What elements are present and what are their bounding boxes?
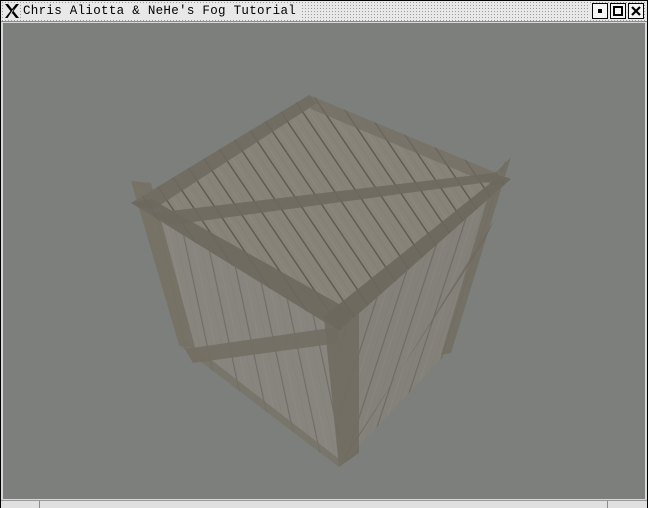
square-dot-icon (598, 9, 602, 13)
close-button[interactable] (628, 3, 644, 19)
square-outline-icon (613, 6, 623, 16)
fog-scene (131, 95, 511, 467)
window-title-container: Chris Aliotta & NeHe's Fog Tutorial (21, 3, 301, 19)
x-logo-icon[interactable] (4, 3, 20, 19)
window-controls (589, 3, 644, 19)
x-close-icon (631, 6, 641, 16)
resize-handle-left[interactable] (39, 501, 40, 508)
app-window: Chris Aliotta & NeHe's Fog Tutorial (0, 0, 648, 508)
title-bar[interactable]: Chris Aliotta & NeHe's Fog Tutorial (1, 1, 647, 22)
maximize-button[interactable] (610, 3, 626, 19)
iconify-button[interactable] (592, 3, 608, 19)
resize-handle-right[interactable] (607, 501, 608, 508)
window-title: Chris Aliotta & NeHe's Fog Tutorial (23, 4, 297, 18)
window-bottom-border[interactable] (1, 500, 647, 508)
opengl-viewport[interactable] (3, 23, 645, 499)
